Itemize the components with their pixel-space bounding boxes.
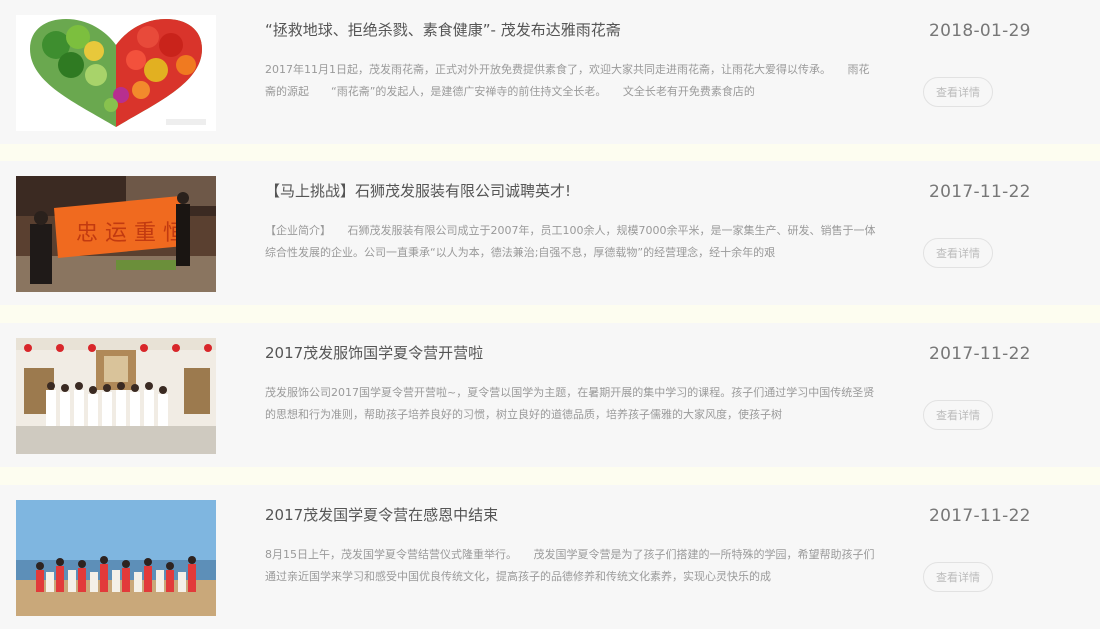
banner-photo[interactable]: 忠 运 重 恒 — [16, 176, 216, 292]
beach-group-image — [16, 500, 216, 616]
article-excerpt: 茂发服饰公司2017国学夏令营开营啦~，夏令营以国学为主题，在暑期开展的集中学习… — [265, 386, 875, 421]
article-date: 2017-11-22 — [929, 506, 1031, 526]
article-date: 2018-01-29 — [929, 21, 1031, 41]
article-excerpt: 2017年11月1日起，茂发雨花斋，正式对外开放免费提供素食了，欢迎大家共同走进… — [265, 63, 870, 98]
view-details-button[interactable]: 查看详情 — [923, 400, 993, 430]
banner-image: 忠 运 重 恒 — [16, 176, 216, 292]
view-details-button[interactable]: 查看详情 — [923, 562, 993, 592]
svg-text:忠 运 重 恒: 忠 运 重 恒 — [76, 221, 185, 246]
article-excerpt: 【企业简介】 石狮茂发服装有限公司成立于2007年，员工100余人，规模7000… — [265, 224, 876, 259]
view-details-button[interactable]: 查看详情 — [923, 77, 993, 107]
article-card[interactable]: 2017茂发国学夏令营在感恩中结束 8月15日上午，茂发国学夏令营结营仪式隆重举… — [0, 485, 1100, 629]
article-date: 2017-11-22 — [929, 344, 1031, 364]
article-title[interactable]: “拯救地球、拒绝杀戮、素食健康”- 茂发布达雅雨花斋 — [265, 20, 885, 40]
children-group-image — [16, 338, 216, 454]
children-group-photo[interactable] — [16, 338, 216, 454]
vegetable-heart-photo[interactable] — [16, 15, 216, 131]
article-excerpt: 8月15日上午，茂发国学夏令营结营仪式隆重举行。 茂发国学夏令营是为了孩子们搭建… — [265, 548, 875, 583]
article-date: 2017-11-22 — [929, 182, 1031, 202]
article-title[interactable]: 2017茂发国学夏令营在感恩中结束 — [265, 505, 885, 525]
article-title[interactable]: 【马上挑战】石狮茂发服装有限公司诚聘英才! — [265, 181, 885, 201]
beach-group-photo[interactable] — [16, 500, 216, 616]
view-details-button[interactable]: 查看详情 — [923, 238, 993, 268]
article-card[interactable]: 忠 运 重 恒 【马上挑战】石狮茂发服装有限公司诚聘英才! 【企业简介】 石狮茂… — [0, 161, 1100, 305]
article-card[interactable]: “拯救地球、拒绝杀戮、素食健康”- 茂发布达雅雨花斋 2017年11月1日起，茂… — [0, 0, 1100, 144]
article-title[interactable]: 2017茂发服饰国学夏令营开营啦 — [265, 343, 885, 363]
article-card[interactable]: 2017茂发服饰国学夏令营开营啦 茂发服饰公司2017国学夏令营开营啦~，夏令营… — [0, 323, 1100, 467]
vegetable-heart-image — [16, 15, 216, 131]
